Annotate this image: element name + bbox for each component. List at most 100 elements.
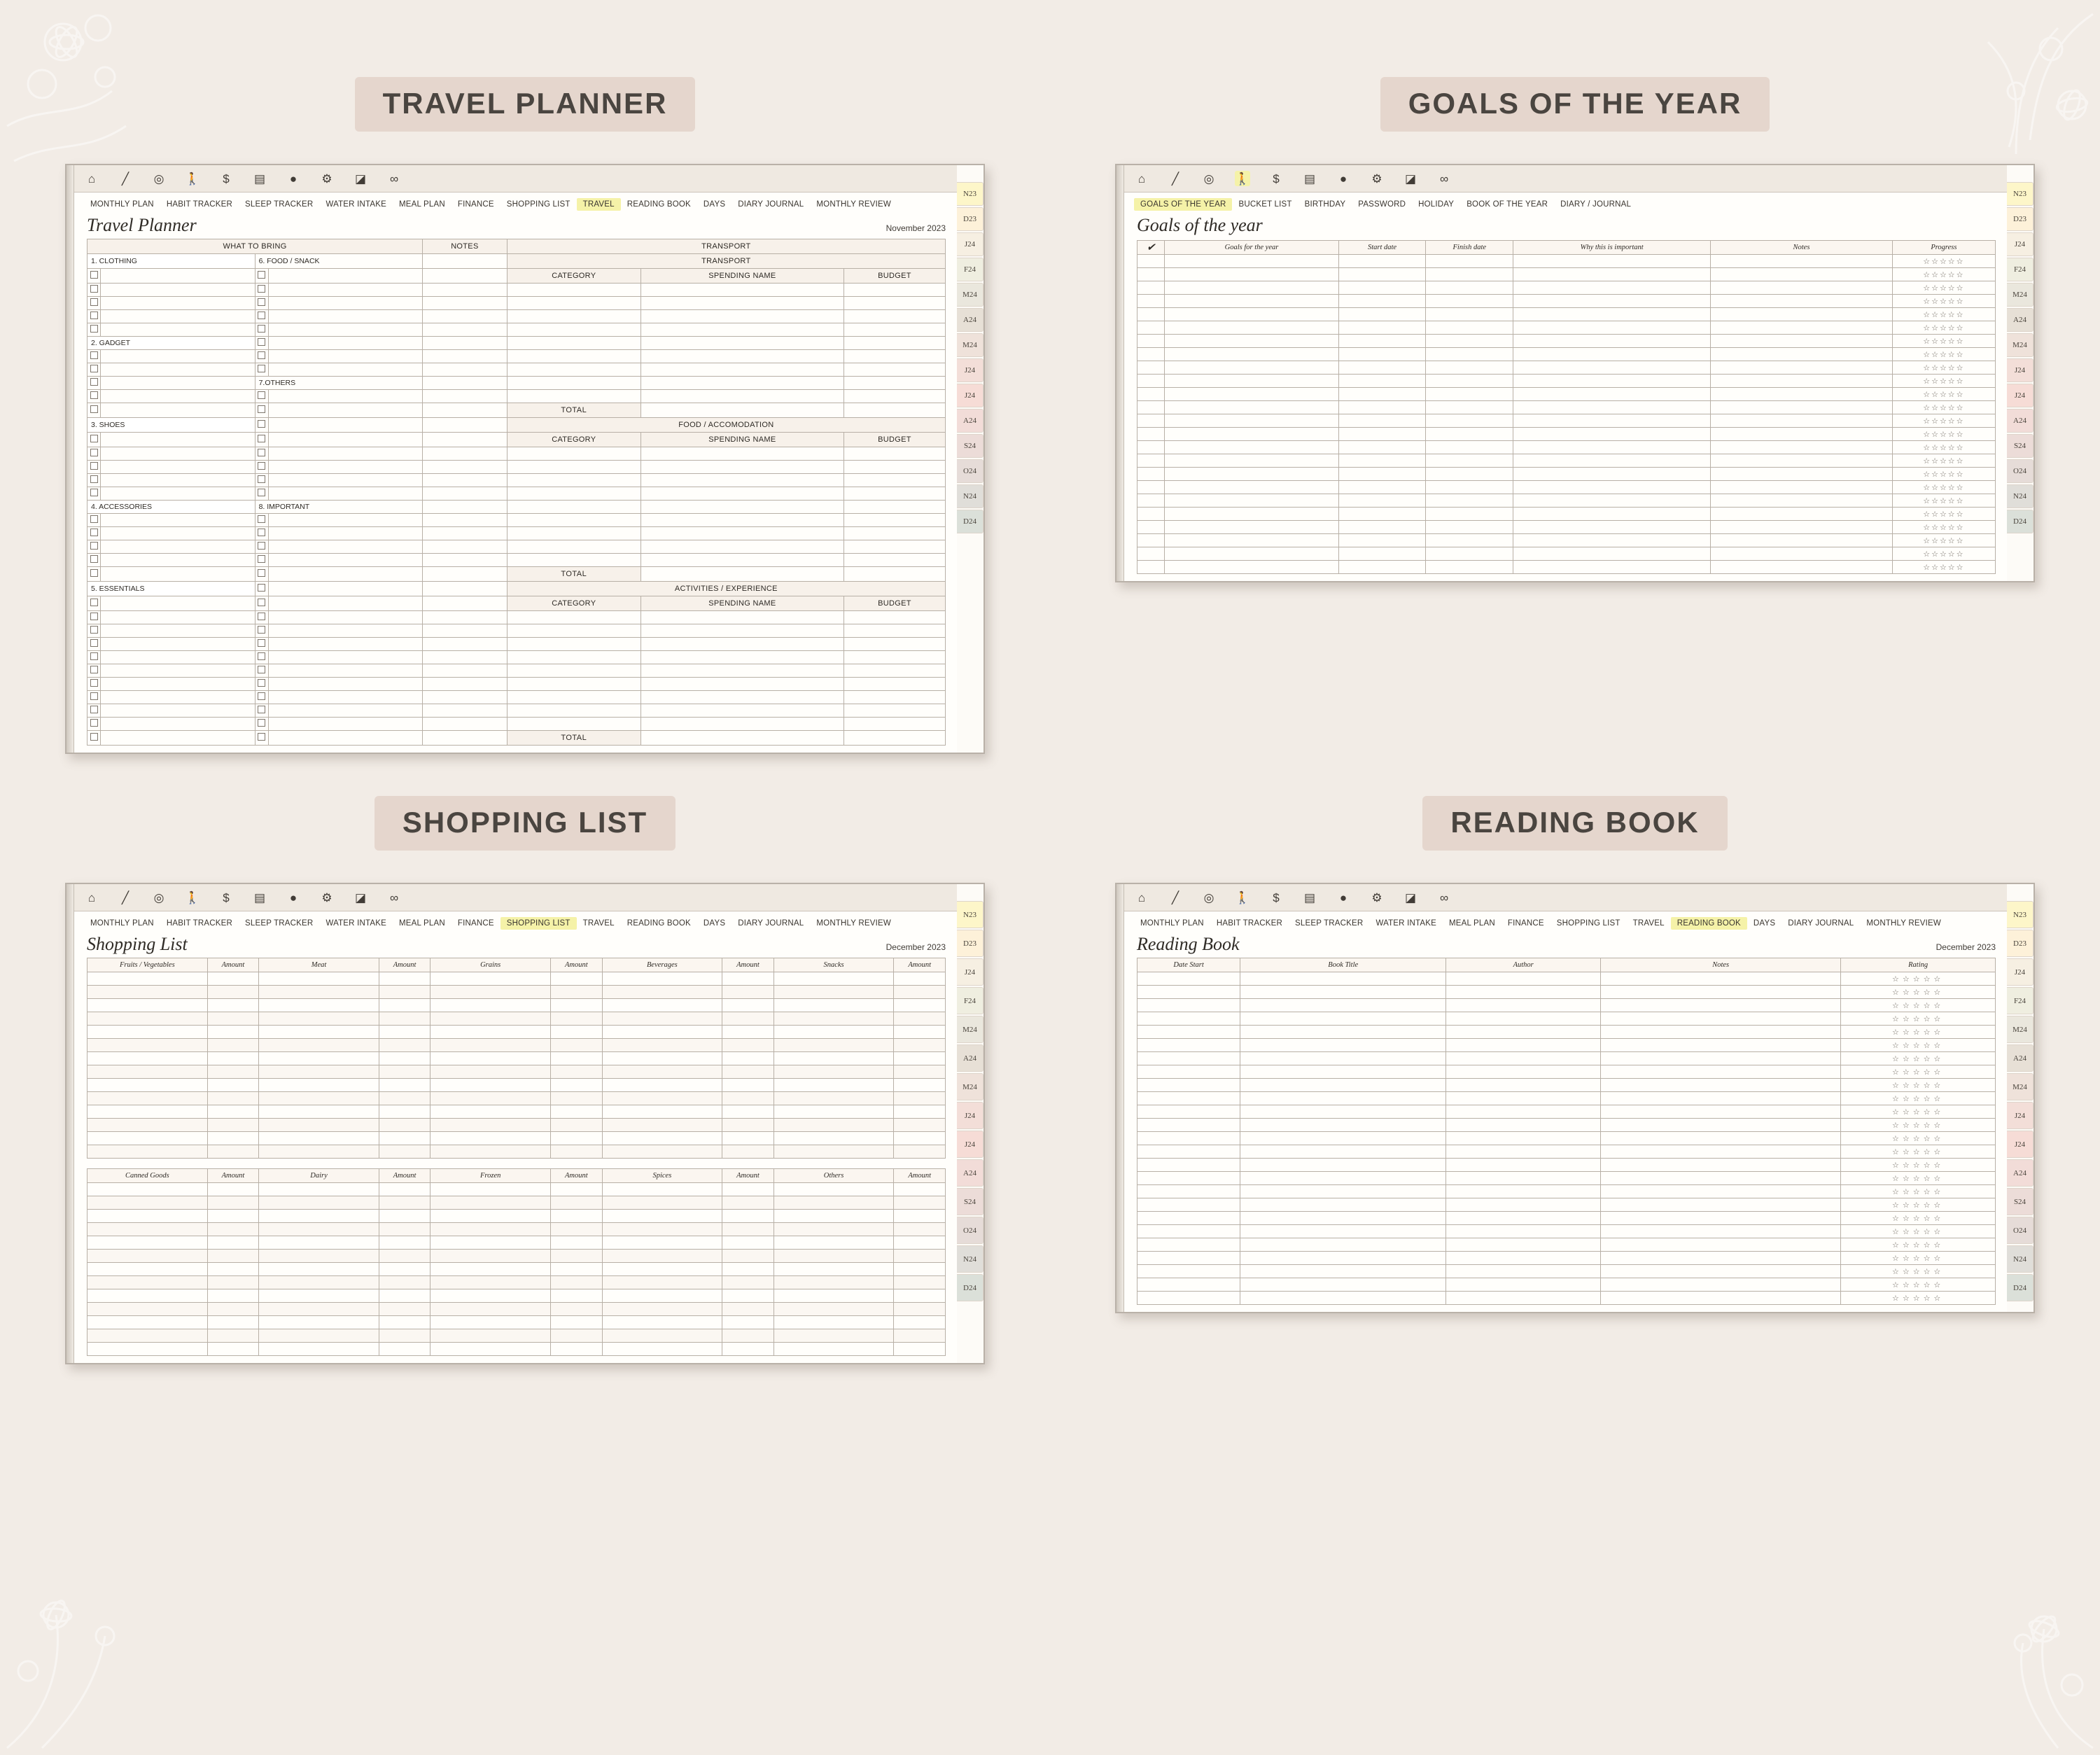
goals-progress-stars[interactable]: ☆☆☆☆☆ — [1891, 281, 1996, 295]
travel-item-cell[interactable] — [267, 581, 424, 596]
reading-rating-stars[interactable]: ☆☆☆☆☆ — [1840, 1291, 1996, 1305]
shopping-bottom-cell[interactable] — [258, 1342, 379, 1356]
month-tab-m24-4[interactable]: M24 — [957, 1016, 983, 1043]
travel-total-budget[interactable] — [843, 566, 946, 582]
travel-item-cell[interactable] — [100, 650, 255, 664]
goals-cell[interactable] — [1425, 480, 1514, 494]
checkbox[interactable] — [254, 677, 269, 691]
travel-spending-cell[interactable] — [843, 650, 946, 664]
month-tab-f24-3[interactable]: F24 — [2007, 987, 2033, 1014]
goals-check-cell[interactable] — [1136, 334, 1166, 348]
shopping-top-cell[interactable] — [87, 1091, 208, 1105]
goals-cell[interactable] — [1164, 347, 1339, 361]
link-icon[interactable]: ∞ — [1436, 890, 1452, 905]
goals-progress-stars[interactable]: ☆☆☆☆☆ — [1891, 347, 1996, 361]
shopping-bottom-cell[interactable] — [773, 1275, 895, 1289]
shopping-bottom-cell[interactable] — [258, 1249, 379, 1263]
travel-spending-cell[interactable] — [506, 323, 641, 337]
shopping-top-cell[interactable] — [773, 1078, 895, 1092]
travel-spending-cell[interactable] — [506, 296, 641, 310]
goals-cell[interactable] — [1338, 454, 1427, 468]
note-icon[interactable]: ▤ — [1302, 890, 1317, 905]
goals-cell[interactable] — [1513, 361, 1712, 375]
goals-cell[interactable] — [1338, 547, 1427, 561]
nav-item-sleep-tracker[interactable]: SLEEP TRACKER — [239, 198, 319, 211]
shopping-top-cell[interactable] — [893, 1091, 946, 1105]
travel-spending-cell[interactable] — [640, 389, 844, 403]
travel-item-cell[interactable] — [100, 526, 255, 540]
checkbox[interactable] — [87, 610, 101, 624]
month-tab-a24-5[interactable]: A24 — [2007, 1044, 2033, 1072]
shopping-bottom-cell[interactable] — [430, 1275, 552, 1289]
travel-spending-cell[interactable] — [640, 460, 844, 474]
checkbox[interactable] — [87, 553, 101, 567]
travel-spending-cell[interactable] — [843, 376, 946, 390]
reading-cell[interactable] — [1600, 1198, 1842, 1212]
travel-spending-cell[interactable] — [640, 526, 844, 540]
shopping-bottom-cell[interactable] — [430, 1236, 552, 1250]
goals-cell[interactable] — [1513, 347, 1712, 361]
reading-cell[interactable] — [1240, 1131, 1447, 1145]
checkbox[interactable] — [87, 309, 101, 323]
goals-cell[interactable] — [1164, 480, 1339, 494]
goals-cell[interactable] — [1164, 547, 1339, 561]
shopping-bottom-cell[interactable] — [893, 1275, 946, 1289]
home-icon[interactable]: ⌂ — [84, 171, 99, 186]
shopping-top-cell[interactable] — [893, 1065, 946, 1079]
shopping-top-cell[interactable] — [601, 985, 723, 999]
month-tab-j24-2[interactable]: J24 — [957, 958, 983, 986]
shopping-top-cell[interactable] — [258, 1131, 379, 1145]
shopping-top-cell[interactable] — [206, 972, 260, 986]
shopping-top-cell[interactable] — [430, 1038, 552, 1052]
travel-spending-cell[interactable] — [640, 349, 844, 363]
travel-spending-cell[interactable] — [640, 540, 844, 554]
shopping-top-cell[interactable] — [87, 1012, 208, 1026]
reading-cell[interactable] — [1240, 972, 1447, 986]
reading-cell[interactable] — [1446, 1145, 1602, 1159]
goals-cell[interactable] — [1513, 507, 1712, 521]
month-tab-n24-12[interactable]: N24 — [2007, 1245, 2033, 1273]
reading-cell[interactable] — [1240, 998, 1447, 1012]
checkbox[interactable] — [87, 268, 101, 284]
reading-rating-stars[interactable]: ☆☆☆☆☆ — [1840, 1158, 1996, 1172]
travel-item-cell[interactable] — [267, 447, 424, 461]
goals-check-cell[interactable] — [1136, 321, 1166, 335]
walk-icon[interactable]: 🚶 — [185, 171, 200, 186]
month-tab-j24-7[interactable]: J24 — [957, 1102, 983, 1129]
shopping-bottom-cell[interactable] — [893, 1236, 946, 1250]
checkbox[interactable] — [87, 704, 101, 718]
travel-item-cell[interactable] — [267, 553, 424, 567]
shopping-bottom-cell[interactable] — [378, 1262, 431, 1276]
shopping-top-cell[interactable] — [722, 1105, 774, 1119]
goals-cell[interactable] — [1425, 547, 1514, 561]
goals-cell[interactable] — [1425, 254, 1514, 268]
reading-cell[interactable] — [1446, 1038, 1602, 1052]
shopping-top-cell[interactable] — [893, 1012, 946, 1026]
shopping-top-cell[interactable] — [258, 1145, 379, 1159]
shopping-bottom-cell[interactable] — [378, 1209, 431, 1223]
reading-cell[interactable] — [1240, 1198, 1447, 1212]
travel-notes-cell[interactable] — [422, 540, 507, 554]
reading-cell[interactable] — [1136, 1238, 1241, 1252]
reading-cell[interactable] — [1240, 1211, 1447, 1225]
reading-cell[interactable] — [1136, 1184, 1241, 1198]
goals-cell[interactable] — [1513, 334, 1712, 348]
reading-cell[interactable] — [1240, 1038, 1447, 1052]
goals-cell[interactable] — [1425, 334, 1514, 348]
shopping-top-cell[interactable] — [601, 1025, 723, 1039]
travel-spending-cell[interactable] — [640, 624, 844, 638]
shopping-bottom-cell[interactable] — [378, 1249, 431, 1263]
travel-spending-cell[interactable] — [506, 664, 641, 678]
reading-cell[interactable] — [1446, 1184, 1602, 1198]
travel-notes-cell[interactable] — [422, 349, 507, 363]
checkbox[interactable] — [87, 637, 101, 651]
shopping-top-cell[interactable] — [87, 1065, 208, 1079]
shopping-bottom-cell[interactable] — [773, 1222, 895, 1236]
shopping-bottom-cell[interactable] — [87, 1196, 208, 1210]
travel-spending-cell[interactable] — [506, 637, 641, 651]
shopping-bottom-cell[interactable] — [722, 1182, 774, 1196]
travel-spending-cell[interactable] — [640, 690, 844, 704]
reading-cell[interactable] — [1240, 1051, 1447, 1065]
link-icon[interactable]: ∞ — [1436, 171, 1452, 186]
month-tab-m24-4[interactable]: M24 — [957, 283, 983, 307]
